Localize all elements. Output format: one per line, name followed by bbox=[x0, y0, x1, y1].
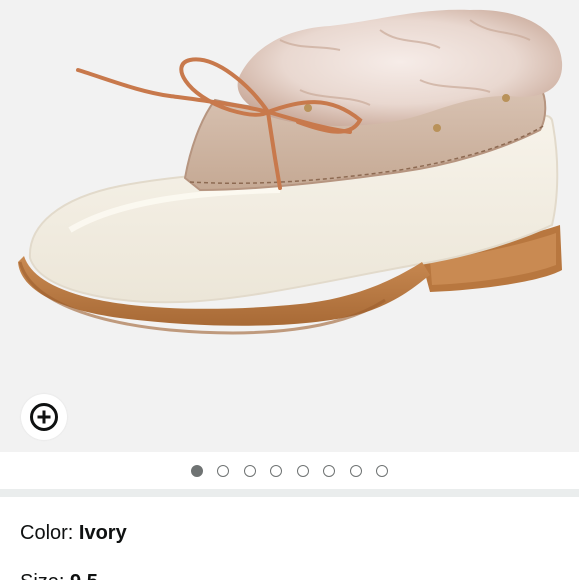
carousel-dot[interactable] bbox=[349, 464, 362, 477]
section-divider bbox=[0, 489, 579, 497]
carousel-dot[interactable] bbox=[217, 464, 230, 477]
carousel-dot[interactable] bbox=[243, 464, 256, 477]
carousel-dot[interactable] bbox=[296, 464, 309, 477]
zoom-in-plus-icon bbox=[30, 403, 58, 431]
carousel-dot[interactable] bbox=[376, 464, 389, 477]
color-variation: Color: Ivory bbox=[20, 520, 127, 546]
product-image-gallery[interactable] bbox=[0, 0, 579, 452]
color-value: Ivory bbox=[78, 522, 127, 544]
size-value: 9.5 bbox=[70, 571, 98, 580]
product-image[interactable] bbox=[0, 0, 579, 452]
color-label: Color: bbox=[20, 522, 79, 544]
image-carousel-indicator bbox=[0, 452, 579, 489]
carousel-dot[interactable] bbox=[270, 464, 283, 477]
size-variation: Size: 9.5 bbox=[20, 569, 98, 580]
carousel-dot[interactable] bbox=[190, 464, 203, 477]
size-label: Size: bbox=[20, 571, 70, 580]
zoom-button[interactable] bbox=[21, 394, 67, 440]
carousel-dot[interactable] bbox=[323, 464, 336, 477]
